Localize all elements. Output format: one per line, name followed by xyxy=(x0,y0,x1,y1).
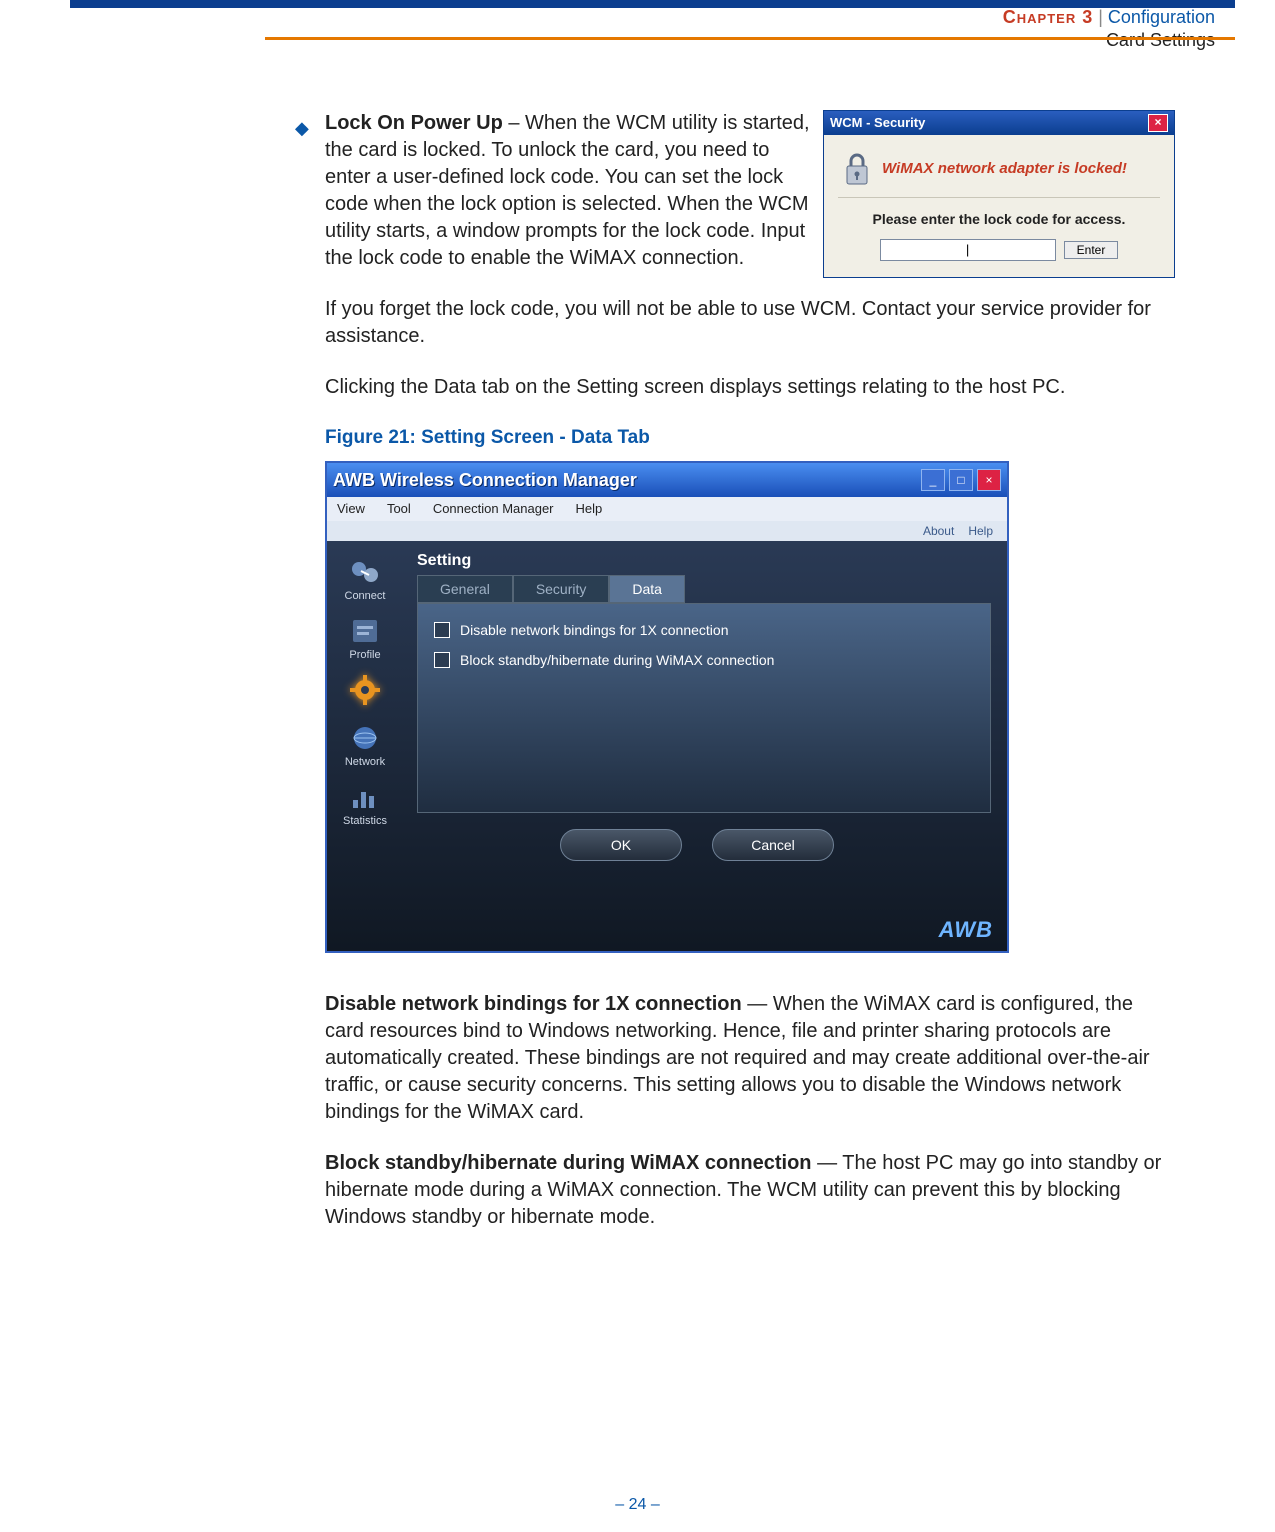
button-row: OK Cancel xyxy=(403,829,991,861)
chapter-label: Chapter 3 xyxy=(1003,7,1093,27)
app-sidebar: Connect Profile Network Statistics xyxy=(327,541,403,951)
link-about[interactable]: About xyxy=(923,525,954,537)
app-toplinks: About Help xyxy=(327,521,1007,541)
para-data-tab: Clicking the Data tab on the Setting scr… xyxy=(325,374,1175,401)
link-help[interactable]: Help xyxy=(968,525,993,537)
app-title: AWB Wireless Connection Manager xyxy=(333,471,637,489)
sidebar-item-connect[interactable]: Connect xyxy=(330,557,400,602)
app-menubar: View Tool Connection Manager Help xyxy=(327,497,1007,521)
page-number: – 24 – xyxy=(0,1496,1275,1514)
close-icon[interactable]: × xyxy=(1148,114,1168,132)
sidebar-item-profile[interactable]: Profile xyxy=(330,616,400,661)
gear-icon xyxy=(347,675,383,705)
menu-help[interactable]: Help xyxy=(576,502,603,515)
checkbox-icon[interactable] xyxy=(434,652,450,668)
section-label: Configuration xyxy=(1108,7,1215,27)
page-header: Chapter 3 | Configuration Card Settings xyxy=(1003,6,1215,53)
awb-wcm-window: AWB Wireless Connection Manager _ □ × Vi… xyxy=(325,461,1009,953)
connect-icon xyxy=(347,557,383,587)
sidebar-item-settings[interactable] xyxy=(330,675,400,709)
sidebar-item-statistics[interactable]: Statistics xyxy=(330,782,400,827)
figure-caption: Figure 21: Setting Screen - Data Tab xyxy=(325,425,1175,451)
lock-prompt: Please enter the lock code for access. xyxy=(838,210,1160,229)
sidebar-item-label: Profile xyxy=(330,650,400,661)
app-titlebar: AWB Wireless Connection Manager _ □ × xyxy=(327,463,1007,497)
para-forget-code: If you forget the lock code, you will no… xyxy=(325,296,1175,350)
maximize-icon[interactable]: □ xyxy=(949,469,973,491)
checkbox-block-standby-row[interactable]: Block standby/hibernate during WiMAX con… xyxy=(434,652,974,668)
sidebar-item-label: Statistics xyxy=(330,816,400,827)
checkbox-label: Disable network bindings for 1X connecti… xyxy=(460,623,729,637)
minimize-icon[interactable]: _ xyxy=(921,469,945,491)
tab-row: General Security Data xyxy=(417,575,991,603)
lock-icon xyxy=(842,151,872,187)
window-buttons: _ □ × xyxy=(921,469,1001,491)
setting-heading: Setting xyxy=(417,553,991,569)
ok-button[interactable]: OK xyxy=(560,829,682,861)
bullet-desc: – When the WCM utility is started, the c… xyxy=(325,112,810,269)
tab-general[interactable]: General xyxy=(417,575,513,603)
menu-tool[interactable]: Tool xyxy=(387,502,411,515)
dialog-title: WCM - Security xyxy=(830,111,925,135)
sidebar-item-label: Connect xyxy=(330,591,400,602)
para-disable-bindings: Disable network bindings for 1X connecti… xyxy=(325,991,1175,1126)
wcm-security-dialog: WCM - Security × WiMAX network adapter i… xyxy=(823,110,1175,278)
menu-view[interactable]: View xyxy=(337,502,365,515)
profile-icon xyxy=(347,616,383,646)
dialog-titlebar: WCM - Security × xyxy=(824,111,1174,135)
checkbox-label: Block standby/hibernate during WiMAX con… xyxy=(460,653,774,667)
bullet-text: Lock On Power Up – When the WCM utility … xyxy=(325,110,815,272)
close-icon[interactable]: × xyxy=(977,469,1001,491)
statistics-icon xyxy=(347,782,383,812)
pipe: | xyxy=(1093,7,1108,27)
sidebar-item-network[interactable]: Network xyxy=(330,723,400,768)
cancel-button[interactable]: Cancel xyxy=(712,829,834,861)
diamond-bullet-icon: ◆ xyxy=(295,116,309,140)
lock-code-input[interactable] xyxy=(880,239,1056,261)
sidebar-item-label: Network xyxy=(330,757,400,768)
bullet-lock-on-power-up: ◆ Lock On Power Up – When the WCM utilit… xyxy=(325,110,1175,272)
checkbox-disable-bindings-row[interactable]: Disable network bindings for 1X connecti… xyxy=(434,622,974,638)
data-tab-panel: Disable network bindings for 1X connecti… xyxy=(417,603,991,813)
tab-data[interactable]: Data xyxy=(609,575,685,603)
enter-button[interactable]: Enter xyxy=(1064,241,1119,259)
awb-logo: AWB xyxy=(939,919,993,941)
bullet-title: Lock On Power Up xyxy=(325,112,503,134)
subsection-label: Card Settings xyxy=(1106,30,1215,50)
block-standby-title: Block standby/hibernate during WiMAX con… xyxy=(325,1152,812,1174)
top-orange-bar xyxy=(265,37,1235,40)
network-icon xyxy=(347,723,383,753)
checkbox-icon[interactable] xyxy=(434,622,450,638)
tab-security[interactable]: Security xyxy=(513,575,610,603)
menu-connection-manager[interactable]: Connection Manager xyxy=(433,502,554,515)
lock-message: WiMAX network adapter is locked! xyxy=(882,159,1127,179)
disable-bindings-title: Disable network bindings for 1X connecti… xyxy=(325,993,742,1015)
para-block-standby: Block standby/hibernate during WiMAX con… xyxy=(325,1150,1175,1231)
app-main-panel: Setting General Security Data Disable ne… xyxy=(403,541,1007,951)
